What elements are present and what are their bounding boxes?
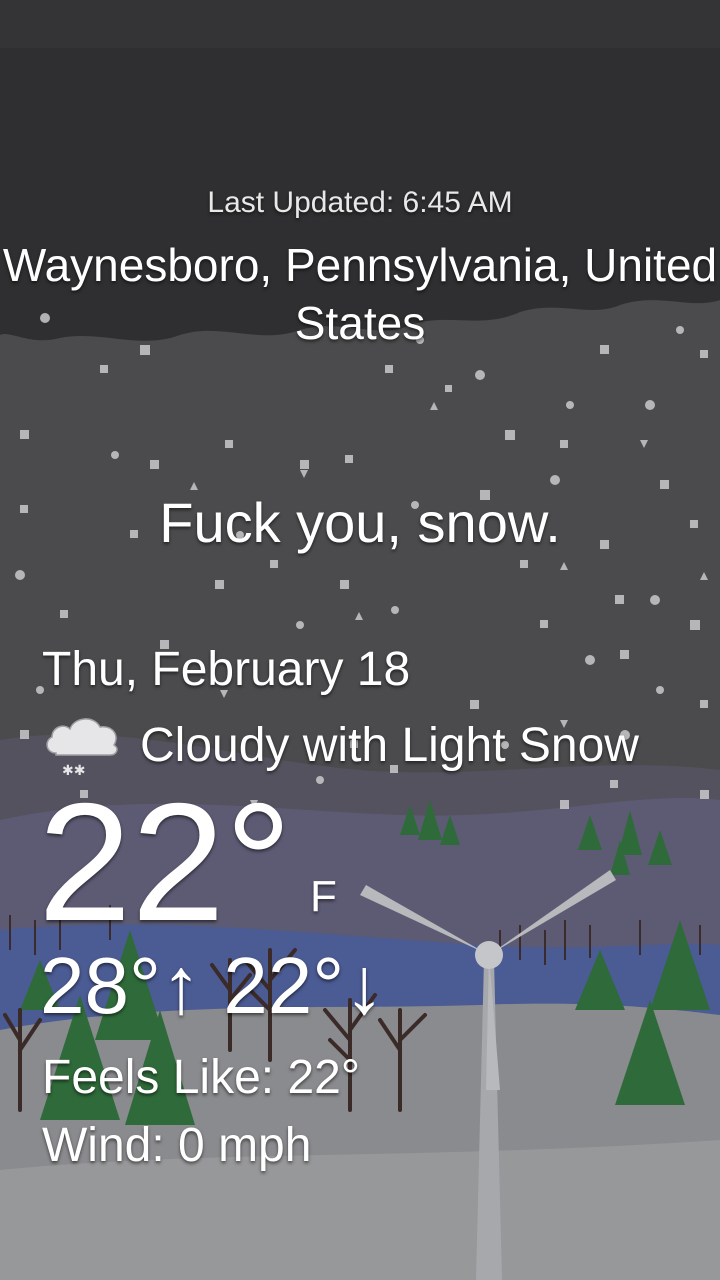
last-updated: Last Updated: 6:45 AM	[207, 186, 513, 219]
current-temperature: 22°	[38, 768, 293, 956]
weather-message: Fuck you, snow.	[159, 491, 561, 554]
location-name: Waynesboro, Pennsylvania, United States	[2, 239, 718, 349]
status-bar	[0, 0, 720, 48]
temperature-unit: F	[310, 872, 337, 921]
condition-text: Cloudy with Light Snow	[140, 718, 639, 772]
wind-speed: Wind: 0 mph	[42, 1119, 312, 1172]
high-low-temperature: 28°↑ 22°↓	[40, 941, 385, 1030]
feels-like: Feels Like: 22°	[42, 1051, 361, 1104]
forecast-date: Thu, February 18	[42, 643, 411, 696]
